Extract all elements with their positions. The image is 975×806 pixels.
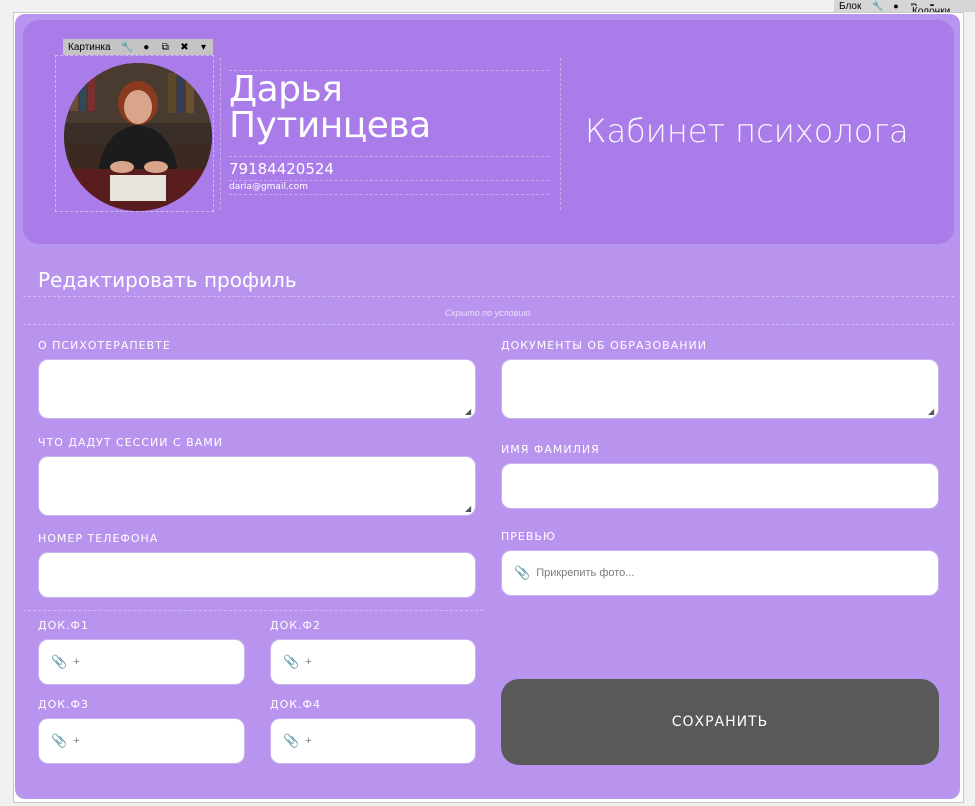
doc1-label: ДОК.Ф1 — [38, 619, 90, 632]
wrench-icon[interactable]: 🔧 — [118, 42, 137, 53]
divider — [23, 296, 954, 297]
doc2-upload[interactable]: 📎 + — [270, 639, 476, 685]
name-input[interactable] — [501, 463, 939, 509]
doc2-placeholder: + — [305, 656, 312, 668]
resize-grip-icon[interactable]: ◢ — [928, 408, 936, 416]
profile-last-name: Путинцева — [229, 105, 431, 146]
cabinet-title: Кабинет психолога — [585, 112, 909, 150]
divider — [23, 324, 954, 325]
close-icon[interactable]: ✖ — [175, 42, 194, 53]
drop-icon[interactable]: ● — [137, 42, 156, 53]
picture-toolbar-label[interactable]: Картинка — [63, 42, 118, 53]
wrench-icon[interactable]: 🔧 — [869, 1, 887, 12]
divider — [220, 58, 221, 210]
phone-label: НОМЕР ТЕЛЕФОНА — [38, 532, 159, 545]
preview-placeholder: Прикрепить фото... — [536, 567, 635, 579]
doc4-upload[interactable]: 📎 + — [270, 718, 476, 764]
hidden-note: Скрыто по условию — [444, 308, 531, 318]
docs-textarea[interactable]: ◢ — [501, 359, 939, 419]
about-label: О ПСИХОТЕРАПЕВТЕ — [38, 339, 171, 352]
divider — [229, 180, 549, 181]
doc3-upload[interactable]: 📎 + — [38, 718, 245, 764]
paperclip-icon: 📎 — [51, 654, 68, 669]
paperclip-icon: 📎 — [283, 654, 300, 669]
divider — [229, 156, 549, 157]
profile-email: daria@gmail.com — [229, 182, 309, 192]
doc3-label: ДОК.Ф3 — [38, 698, 90, 711]
profile-phone: 79184420524 — [229, 160, 334, 178]
picture-toolbar: Картинка 🔧 ● ⧉ ✖ ▾ — [63, 39, 213, 55]
save-button[interactable]: СОХРАНИТЬ — [501, 679, 939, 765]
sessions-textarea[interactable]: ◢ — [38, 456, 476, 516]
doc4-label: ДОК.Ф4 — [270, 698, 322, 711]
doc1-placeholder: + — [73, 656, 80, 668]
block-toolbar-label[interactable]: Блок — [834, 1, 869, 12]
profile-name: Дарья Путинцева — [229, 72, 431, 144]
name-label: ИМЯ ФАМИЛИЯ — [501, 443, 600, 456]
resize-grip-icon[interactable]: ◢ — [465, 408, 473, 416]
divider — [229, 194, 549, 195]
avatar[interactable] — [64, 63, 212, 211]
doc1-upload[interactable]: 📎 + — [38, 639, 245, 685]
preview-upload[interactable]: 📎 Прикрепить фото... — [501, 550, 939, 596]
about-textarea[interactable]: ◢ — [38, 359, 476, 419]
doc4-placeholder: + — [305, 735, 312, 747]
sessions-label: ЧТО ДАДУТ СЕССИИ С ВАМИ — [38, 436, 223, 449]
doc3-placeholder: + — [73, 735, 80, 747]
profile-first-name: Дарья — [229, 69, 343, 110]
doc2-label: ДОК.Ф2 — [270, 619, 322, 632]
divider — [560, 58, 561, 210]
phone-input[interactable] — [38, 552, 476, 598]
drop-icon[interactable]: ● — [887, 1, 905, 11]
edit-profile-title: Редактировать профиль — [38, 268, 297, 292]
preview-label: ПРЕВЬЮ — [501, 530, 556, 543]
chevron-down-icon[interactable]: ▾ — [194, 42, 213, 53]
docs-label: ДОКУМЕНТЫ ОБ ОБРАЗОВАНИИ — [501, 339, 707, 352]
paperclip-icon: 📎 — [283, 733, 300, 748]
copy-icon[interactable]: ⧉ — [156, 42, 175, 53]
divider — [23, 610, 483, 611]
paperclip-icon: 📎 — [514, 565, 531, 580]
paperclip-icon: 📎 — [51, 733, 68, 748]
resize-grip-icon[interactable]: ◢ — [465, 505, 473, 513]
